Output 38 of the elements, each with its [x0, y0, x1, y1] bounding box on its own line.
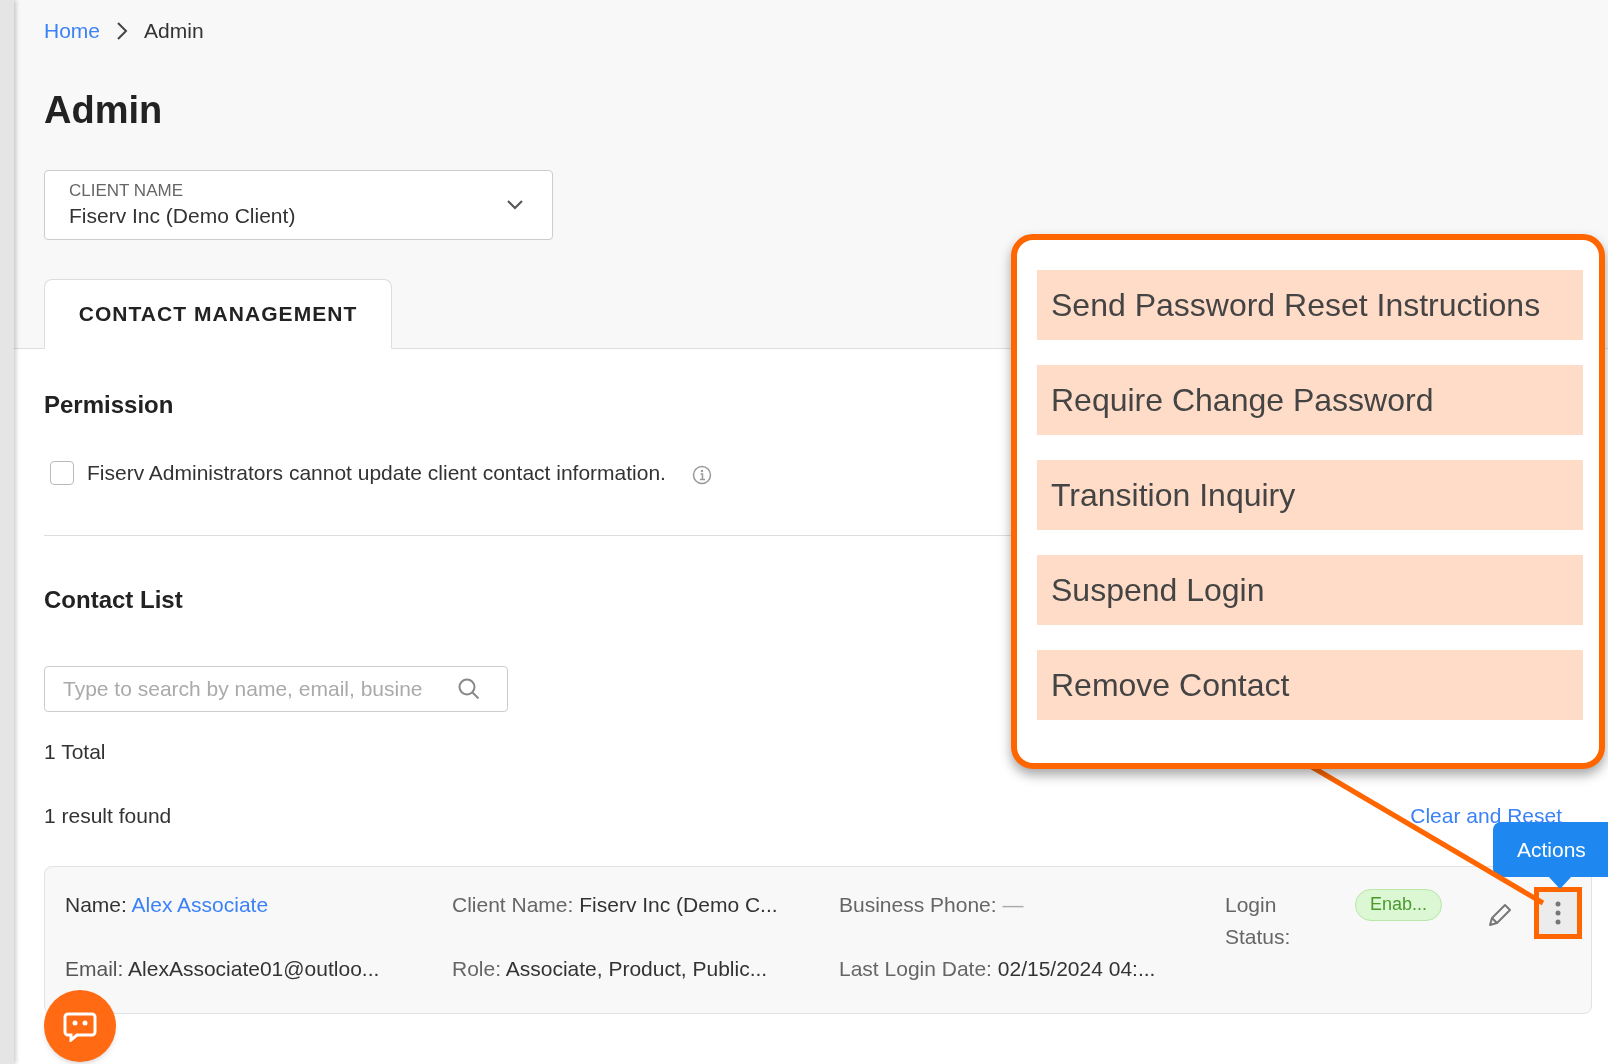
contact-field: Client Name: Fiserv Inc (Demo C...: [452, 888, 839, 920]
results-count: 1 result found: [44, 802, 172, 829]
chevron-right-icon: [116, 21, 129, 41]
checkbox[interactable]: [50, 460, 74, 485]
contact-name-link[interactable]: Alex Associate: [131, 892, 269, 916]
section-heading: Contact List: [44, 584, 183, 615]
info-icon: [691, 464, 712, 485]
actions-tooltip: Actions: [1493, 822, 1608, 877]
contact-field: Last Login Date: 02/15/2024 04:...: [839, 953, 1225, 985]
total-count: 1 Total: [44, 738, 107, 765]
search-field[interactable]: Type to search by name, email, busine: [44, 665, 508, 712]
dropdown-label: CLIENT NAME: [69, 180, 184, 202]
client-name-dropdown[interactable]: CLIENT NAME Fiserv Inc (Demo Client): [44, 170, 553, 240]
contact-field: Business Phone: —: [839, 888, 1225, 920]
more-actions-button[interactable]: [1534, 886, 1583, 939]
menu-item[interactable]: Suspend Login: [1037, 555, 1583, 625]
menu-item[interactable]: Remove Contact: [1037, 650, 1583, 720]
page-title: Admin: [44, 88, 163, 133]
menu-item[interactable]: Transition Inquiry: [1037, 460, 1583, 530]
contact-field: Role: Associate, Product, Public...: [452, 953, 839, 985]
search-icon: [457, 676, 481, 701]
tooltip-pointer-icon: [1548, 876, 1572, 890]
dropdown-value: Fiserv Inc (Demo Client): [69, 203, 296, 229]
search-input[interactable]: Type to search by name, email, busine: [63, 672, 457, 705]
chatbot-button[interactable]: [44, 990, 116, 1062]
contact-field: Email: AlexAssociate01@outloo...: [65, 953, 452, 985]
status-badge: Enab...: [1355, 888, 1443, 921]
menu-item[interactable]: Send Password Reset Instructions: [1037, 270, 1583, 340]
kebab-icon: [1555, 900, 1562, 925]
breadcrumb-current: Admin: [144, 18, 204, 45]
login-status-label: Login Status:: [1225, 891, 1292, 950]
section-heading: Permission: [44, 390, 174, 420]
robot-chat-icon: [63, 1010, 97, 1042]
contact-field: Name: Alex Associate: [65, 888, 452, 920]
checkbox-label: Fiserv Administrators cannot update client contact information.: [87, 460, 666, 486]
chevron-down-icon: [506, 199, 524, 211]
menu-item[interactable]: Require Change Password: [1037, 365, 1583, 435]
tab[interactable]: CONTACT MANAGEMENT: [44, 279, 392, 349]
